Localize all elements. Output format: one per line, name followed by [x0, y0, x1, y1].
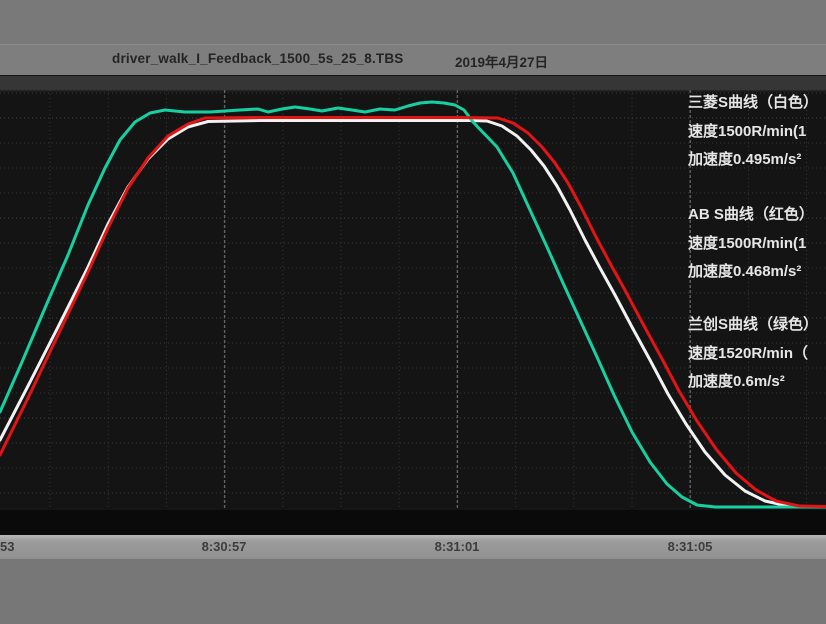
legend-line: 三菱S曲线（白色）: [688, 89, 818, 118]
legend-line: 加速度0.6m/s²: [688, 368, 818, 397]
chart-area[interactable]: 三菱S曲线（白色）速度1500R/min(1加速度0.495m/s²AB S曲线…: [0, 75, 826, 535]
x-axis-label: 8:30:57: [202, 539, 247, 554]
legend-line: 加速度0.495m/s²: [688, 146, 818, 175]
date-label: 2019年4月27日: [455, 51, 548, 71]
x-axis-label: 53: [0, 539, 14, 554]
title-bar: driver_walk_I_Feedback_1500_5s_25_8.TBS …: [0, 0, 826, 75]
legend-line: 速度1520R/min（: [688, 340, 818, 369]
legend-line: 速度1500R/min(1: [688, 230, 814, 259]
screen: { "header": { "title": "driver_walk_I_Fe…: [0, 0, 826, 624]
x-axis: 53 8:30:57 8:31:01 8:31:05: [0, 535, 826, 559]
x-axis-label: 8:31:05: [668, 539, 713, 554]
legend-line: 兰创S曲线（绿色）: [688, 311, 818, 340]
file-title: driver_walk_I_Feedback_1500_5s_25_8.TBS: [112, 51, 404, 66]
legend-line: 加速度0.468m/s²: [688, 258, 814, 287]
legend-block-lanchuang-green: 兰创S曲线（绿色）速度1520R/min（加速度0.6m/s²: [688, 311, 818, 397]
footer-area: [0, 559, 826, 624]
legend-block-ab-red: AB S曲线（红色）速度1500R/min(1加速度0.468m/s²: [688, 201, 814, 287]
plot-bottom-band: [0, 510, 826, 535]
plot-top-strip: [0, 76, 826, 90]
x-axis-label: 8:31:01: [435, 539, 480, 554]
legend-line: 速度1500R/min(1: [688, 118, 818, 147]
legend-line: AB S曲线（红色）: [688, 201, 814, 230]
legend-block-mitsubishi-white: 三菱S曲线（白色）速度1500R/min(1加速度0.495m/s²: [688, 89, 818, 175]
